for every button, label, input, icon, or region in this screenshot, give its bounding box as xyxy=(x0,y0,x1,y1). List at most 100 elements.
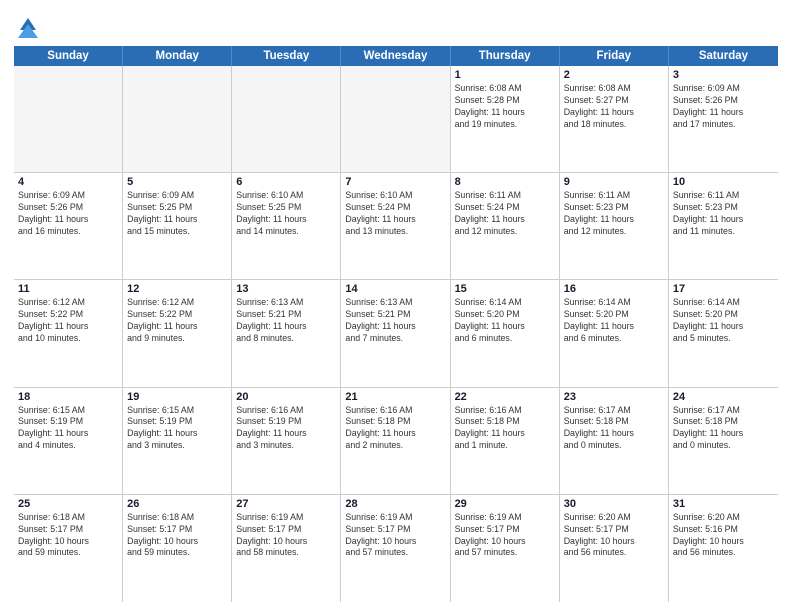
calendar-cell: 3Sunrise: 6:09 AM Sunset: 5:26 PM Daylig… xyxy=(669,66,778,172)
day-number: 18 xyxy=(18,391,118,403)
day-info: Sunrise: 6:11 AM Sunset: 5:23 PM Dayligh… xyxy=(673,190,774,238)
calendar-cell: 27 Sunrise: 6:19 AM Sunset: 5:17 PM Dayli… xyxy=(232,495,341,602)
calendar-row: 11 Sunrise: 6:12 AM Sunset: 5:22 PM Dayli… xyxy=(14,280,778,387)
calendar-header: SundayMondayTuesdayWednesdayThursdayFrid… xyxy=(14,46,778,66)
calendar-row: 25 Sunrise: 6:18 AM Sunset: 5:17 PM Dayli… xyxy=(14,495,778,602)
calendar-cell: 6Sunrise: 6:10 AM Sunset: 5:25 PM Daylig… xyxy=(232,173,341,279)
day-number: 30 xyxy=(564,498,664,510)
day-number: 6 xyxy=(236,176,336,188)
day-number: 7 xyxy=(345,176,445,188)
day-info: Sunrise: 6:11 AM Sunset: 5:23 PM Dayligh… xyxy=(564,190,664,238)
day-number: 1 xyxy=(455,69,555,81)
day-info: Sunrise: 6:20 AM Sunset: 5:17 PM Dayligh… xyxy=(564,512,664,560)
day-info: Sunrise: 6:12 AM Sunset: 5:22 PM Dayligh… xyxy=(127,297,227,345)
day-info: Sunrise: 6:13 AM Sunset: 5:21 PM Dayligh… xyxy=(345,297,445,345)
day-number: 19 xyxy=(127,391,227,403)
logo xyxy=(14,14,46,42)
weekday-header: Sunday xyxy=(14,46,123,66)
day-info: Sunrise: 6:16 AM Sunset: 5:18 PM Dayligh… xyxy=(455,405,555,453)
calendar-cell: 12 Sunrise: 6:12 AM Sunset: 5:22 PM Dayli… xyxy=(123,280,232,386)
calendar-cell: 30 Sunrise: 6:20 AM Sunset: 5:17 PM Dayli… xyxy=(560,495,669,602)
calendar-cell: 31 Sunrise: 6:20 AM Sunset: 5:16 PM Dayli… xyxy=(669,495,778,602)
calendar-cell xyxy=(232,66,341,172)
day-number: 24 xyxy=(673,391,774,403)
calendar-cell: 25 Sunrise: 6:18 AM Sunset: 5:17 PM Dayli… xyxy=(14,495,123,602)
calendar-cell: 10 Sunrise: 6:11 AM Sunset: 5:23 PM Dayli… xyxy=(669,173,778,279)
day-info: Sunrise: 6:20 AM Sunset: 5:16 PM Dayligh… xyxy=(673,512,774,560)
day-info: Sunrise: 6:10 AM Sunset: 5:24 PM Dayligh… xyxy=(345,190,445,238)
day-number: 11 xyxy=(18,283,118,295)
calendar-cell: 2Sunrise: 6:08 AM Sunset: 5:27 PM Daylig… xyxy=(560,66,669,172)
weekday-header: Saturday xyxy=(669,46,778,66)
weekday-header: Friday xyxy=(560,46,669,66)
calendar-cell: 20 Sunrise: 6:16 AM Sunset: 5:19 PM Dayli… xyxy=(232,388,341,494)
day-info: Sunrise: 6:11 AM Sunset: 5:24 PM Dayligh… xyxy=(455,190,555,238)
calendar-cell: 17Sunrise: 6:14 AM Sunset: 5:20 PM Dayli… xyxy=(669,280,778,386)
calendar-cell: 18Sunrise: 6:15 AM Sunset: 5:19 PM Dayli… xyxy=(14,388,123,494)
calendar-cell: 21 Sunrise: 6:16 AM Sunset: 5:18 PM Dayli… xyxy=(341,388,450,494)
calendar-cell xyxy=(123,66,232,172)
day-number: 28 xyxy=(345,498,445,510)
day-number: 12 xyxy=(127,283,227,295)
day-number: 5 xyxy=(127,176,227,188)
day-info: Sunrise: 6:12 AM Sunset: 5:22 PM Dayligh… xyxy=(18,297,118,345)
day-info: Sunrise: 6:14 AM Sunset: 5:20 PM Dayligh… xyxy=(455,297,555,345)
header xyxy=(14,10,778,42)
calendar-row: 1Sunrise: 6:08 AM Sunset: 5:28 PM Daylig… xyxy=(14,66,778,173)
day-info: Sunrise: 6:16 AM Sunset: 5:18 PM Dayligh… xyxy=(345,405,445,453)
day-number: 17 xyxy=(673,283,774,295)
calendar-cell: 4 Sunrise: 6:09 AM Sunset: 5:26 PM Daylig… xyxy=(14,173,123,279)
day-number: 16 xyxy=(564,283,664,295)
day-number: 10 xyxy=(673,176,774,188)
calendar-cell: 7 Sunrise: 6:10 AM Sunset: 5:24 PM Daylig… xyxy=(341,173,450,279)
calendar-cell: 13 Sunrise: 6:13 AM Sunset: 5:21 PM Dayli… xyxy=(232,280,341,386)
day-number: 2 xyxy=(564,69,664,81)
calendar-cell: 24 Sunrise: 6:17 AM Sunset: 5:18 PM Dayli… xyxy=(669,388,778,494)
day-number: 15 xyxy=(455,283,555,295)
calendar-cell: 29Sunrise: 6:19 AM Sunset: 5:17 PM Dayli… xyxy=(451,495,560,602)
day-number: 31 xyxy=(673,498,774,510)
calendar-cell: 14 Sunrise: 6:13 AM Sunset: 5:21 PM Dayli… xyxy=(341,280,450,386)
page: SundayMondayTuesdayWednesdayThursdayFrid… xyxy=(0,0,792,612)
calendar-cell: 28 Sunrise: 6:19 AM Sunset: 5:17 PM Dayli… xyxy=(341,495,450,602)
day-number: 29 xyxy=(455,498,555,510)
day-info: Sunrise: 6:17 AM Sunset: 5:18 PM Dayligh… xyxy=(673,405,774,453)
calendar-cell xyxy=(14,66,123,172)
weekday-header: Monday xyxy=(123,46,232,66)
weekday-header: Tuesday xyxy=(232,46,341,66)
day-info: Sunrise: 6:16 AM Sunset: 5:19 PM Dayligh… xyxy=(236,405,336,453)
weekday-header: Thursday xyxy=(451,46,560,66)
calendar-cell xyxy=(341,66,450,172)
calendar-cell: 5Sunrise: 6:09 AM Sunset: 5:25 PM Daylig… xyxy=(123,173,232,279)
day-info: Sunrise: 6:18 AM Sunset: 5:17 PM Dayligh… xyxy=(18,512,118,560)
day-number: 8 xyxy=(455,176,555,188)
calendar-cell: 8 Sunrise: 6:11 AM Sunset: 5:24 PM Daylig… xyxy=(451,173,560,279)
calendar: SundayMondayTuesdayWednesdayThursdayFrid… xyxy=(14,46,778,602)
calendar-cell: 19 Sunrise: 6:15 AM Sunset: 5:19 PM Dayli… xyxy=(123,388,232,494)
day-number: 20 xyxy=(236,391,336,403)
day-number: 21 xyxy=(345,391,445,403)
logo-icon xyxy=(14,14,42,42)
calendar-row: 18 Sunrise: 6:15 AM Sunset: 5:19 PM Dayli… xyxy=(14,388,778,495)
calendar-cell: 15 Sunrise: 6:14 AM Sunset: 5:20 PM Dayli… xyxy=(451,280,560,386)
day-info: Sunrise: 6:19 AM Sunset: 5:17 PM Dayligh… xyxy=(345,512,445,560)
calendar-cell: 23Sunrise: 6:17 AM Sunset: 5:18 PM Dayli… xyxy=(560,388,669,494)
day-info: Sunrise: 6:13 AM Sunset: 5:21 PM Dayligh… xyxy=(236,297,336,345)
day-info: Sunrise: 6:14 AM Sunset: 5:20 PM Dayligh… xyxy=(564,297,664,345)
day-number: 4 xyxy=(18,176,118,188)
day-number: 13 xyxy=(236,283,336,295)
day-number: 3 xyxy=(673,69,774,81)
day-number: 27 xyxy=(236,498,336,510)
calendar-cell: 9 Sunrise: 6:11 AM Sunset: 5:23 PM Daylig… xyxy=(560,173,669,279)
day-info: Sunrise: 6:17 AM Sunset: 5:18 PM Dayligh… xyxy=(564,405,664,453)
weekday-header: Wednesday xyxy=(341,46,450,66)
day-number: 26 xyxy=(127,498,227,510)
day-number: 25 xyxy=(18,498,118,510)
day-info: Sunrise: 6:15 AM Sunset: 5:19 PM Dayligh… xyxy=(127,405,227,453)
calendar-body: 1Sunrise: 6:08 AM Sunset: 5:28 PM Daylig… xyxy=(14,66,778,602)
day-number: 9 xyxy=(564,176,664,188)
day-info: Sunrise: 6:09 AM Sunset: 5:26 PM Dayligh… xyxy=(18,190,118,238)
calendar-cell: 11 Sunrise: 6:12 AM Sunset: 5:22 PM Dayli… xyxy=(14,280,123,386)
day-info: Sunrise: 6:19 AM Sunset: 5:17 PM Dayligh… xyxy=(236,512,336,560)
day-number: 14 xyxy=(345,283,445,295)
